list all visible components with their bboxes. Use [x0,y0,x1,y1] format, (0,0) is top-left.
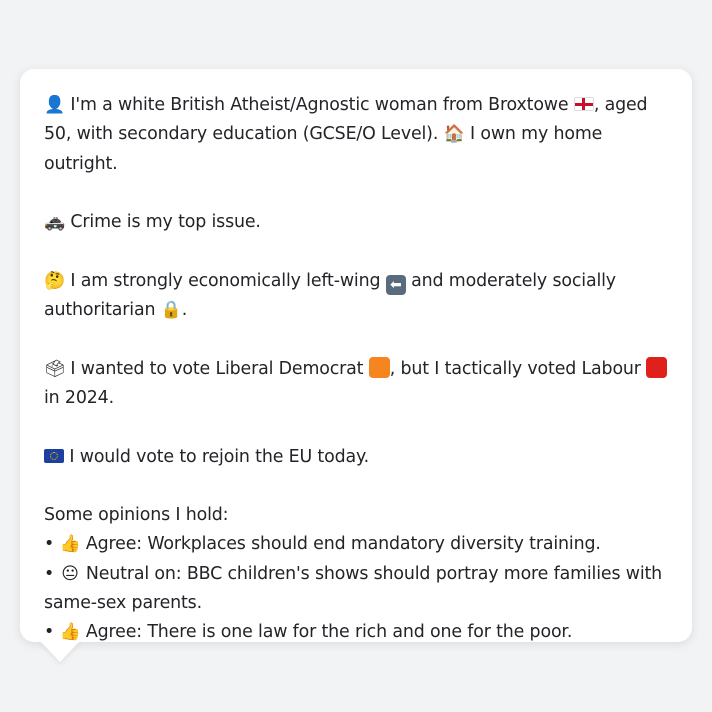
opinion-item: • 👍 Agree: Workplaces should end mandato… [44,530,668,559]
eu-flag-icon [44,448,64,463]
thinking-face-icon: 🤔 [44,270,66,291]
vote-text-3: in 2024. [44,387,114,408]
opinion-text: Agree: There is one law for the rich and… [85,622,573,643]
identity-paragraph: 👤 I'm a white British Atheist/Agnostic w… [44,91,668,179]
england-flag-icon [573,97,594,111]
thumbs-up-icon: 👍 [59,534,81,555]
neutral-face-icon: 😐 [61,563,79,584]
police-car-icon: 🚓 [44,212,66,233]
house-icon: 🏠 [443,124,465,145]
left-arrow-icon: ⬅ [385,274,406,295]
bullet: • [44,622,55,643]
labour-square-icon [646,356,668,378]
ballot-box-icon: 🗳 [44,358,66,379]
politics-paragraph: 🤔 I am strongly economically left-wing ⬅… [44,267,668,326]
politics-text-1: I am strongly economically left-wing [70,270,381,291]
crime-paragraph: 🚓 Crime is my top issue. [44,208,668,237]
lock-icon: 🔒 [160,300,182,321]
vote-paragraph: 🗳 I wanted to vote Liberal Democrat , bu… [44,355,668,414]
eu-paragraph: I would vote to rejoin the EU today. [44,443,668,472]
eu-text: I would vote to rejoin the EU today. [69,446,370,467]
opinion-item: • 😐 Neutral on: BBC children's shows sho… [44,560,668,619]
thumbs-up-icon: 👍 [59,622,81,643]
person-icon: 👤 [44,95,66,115]
opinions-heading: Some opinions I hold: [44,505,229,526]
opinion-text: Neutral on: BBC children's shows should … [44,563,663,614]
politics-text-3: . [181,300,188,321]
opinion-text: Agree: Workplaces should end mandatory d… [85,534,601,555]
vote-text-1: I wanted to vote Liberal Democrat [70,358,364,379]
opinion-item: • 👍 Agree: There is one law for the rich… [44,618,668,647]
crime-text: Crime is my top issue. [70,212,261,233]
vote-text-2: , but I tactically voted Labour [389,358,641,379]
lib-dem-square-icon [368,356,390,378]
identity-text: I'm a white British Atheist/Agnostic wom… [70,95,569,115]
message-bubble: 👤 I'm a white British Atheist/Agnostic w… [20,69,692,642]
bubble-tail [40,641,80,662]
bullet: • [44,534,55,555]
bullet: • [44,563,55,584]
